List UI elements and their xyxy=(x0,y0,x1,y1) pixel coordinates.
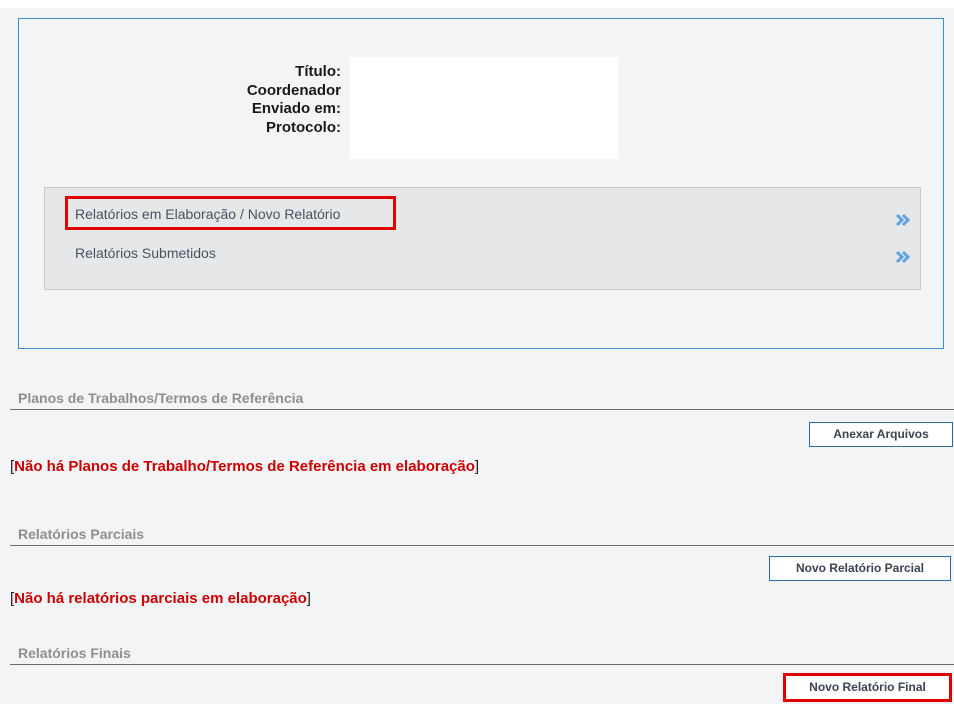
empty-message-parciais: [Não há relatórios parciais em elaboraçã… xyxy=(10,590,311,607)
bracket-close: ] xyxy=(474,458,480,475)
page: Título: Coordenador Enviado em: Protocol… xyxy=(0,0,954,704)
empty-message-text: Não há relatórios parciais em elaboração xyxy=(14,590,307,607)
project-info-labels: Título: Coordenador Enviado em: Protocol… xyxy=(229,63,341,137)
nav-item-relatorios-em-elaboracao[interactable]: Relatórios em Elaboração / Novo Relatóri… xyxy=(75,206,340,222)
project-info-panel: Título: Coordenador Enviado em: Protocol… xyxy=(18,18,944,349)
novo-relatorio-parcial-button[interactable]: Novo Relatório Parcial xyxy=(769,556,951,581)
double-chevron-right-icon[interactable] xyxy=(895,249,911,265)
top-strip xyxy=(0,0,954,8)
section-divider xyxy=(10,664,954,665)
empty-message-planos: [Não há Planos de Trabalho/Termos de Ref… xyxy=(10,458,479,475)
report-nav-box: Relatórios em Elaboração / Novo Relatóri… xyxy=(44,187,921,290)
novo-relatorio-final-button[interactable]: Novo Relatório Final xyxy=(783,673,952,702)
label-coordenador: Coordenador xyxy=(246,81,341,99)
anexar-arquivos-button[interactable]: Anexar Arquivos xyxy=(809,422,953,447)
nav-item-label[interactable]: Relatórios em Elaboração / Novo Relatóri… xyxy=(75,206,340,222)
redacted-values-box xyxy=(350,57,618,159)
label-protocolo: Protocolo: xyxy=(266,118,341,136)
nav-item-relatorios-submetidos[interactable]: Relatórios Submetidos xyxy=(75,245,216,261)
double-chevron-right-icon[interactable] xyxy=(895,212,911,228)
nav-item-label[interactable]: Relatórios Submetidos xyxy=(75,245,216,261)
section-title-planos: Planos de Trabalhos/Termos de Referência xyxy=(18,390,304,406)
empty-message-text: Não há Planos de Trabalho/Termos de Refe… xyxy=(14,458,475,475)
section-title-finais: Relatórios Finais xyxy=(18,645,131,661)
section-title-parciais: Relatórios Parciais xyxy=(18,526,145,542)
bracket-close: ] xyxy=(306,590,311,607)
section-divider xyxy=(10,409,954,410)
section-divider xyxy=(10,545,954,546)
label-enviado-em: Enviado em: xyxy=(251,100,341,117)
label-titulo: Título: xyxy=(295,63,341,80)
